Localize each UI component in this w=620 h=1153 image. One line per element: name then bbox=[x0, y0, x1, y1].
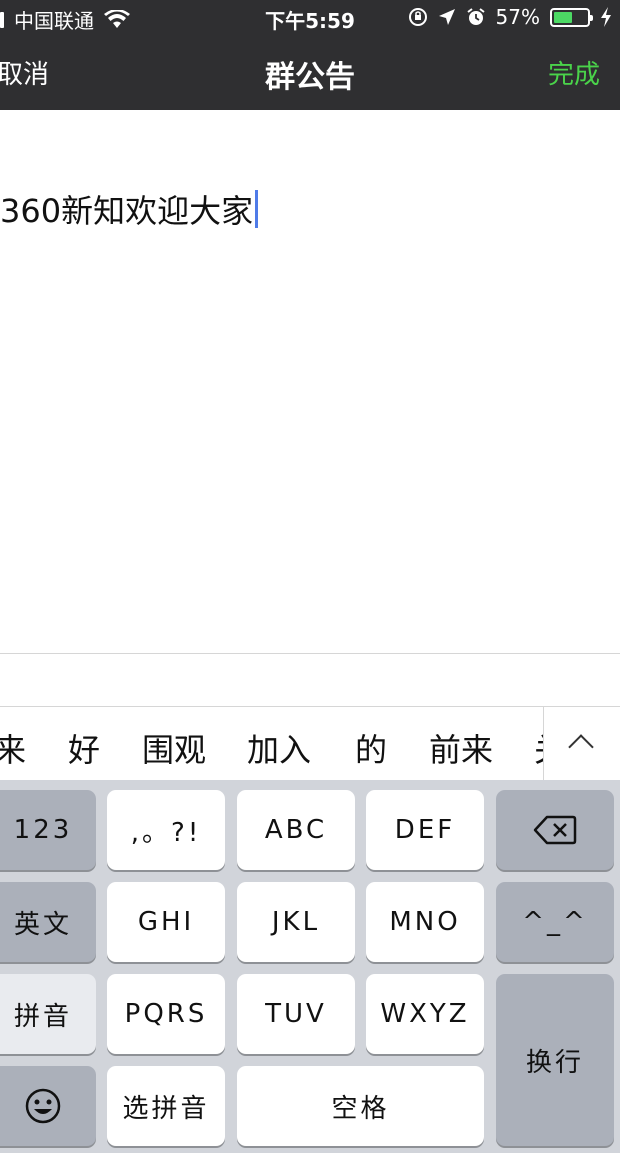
key-jkl[interactable]: JKL bbox=[237, 882, 355, 962]
backspace-icon bbox=[533, 815, 577, 845]
announcement-text[interactable]: 360新知欢迎大家 bbox=[0, 186, 259, 232]
emoji-icon bbox=[25, 1088, 61, 1124]
expand-candidates-button[interactable] bbox=[543, 707, 620, 781]
emoji-button[interactable] bbox=[0, 1066, 96, 1146]
candidate-bar: 来 好 围观 加入 的 前来 关 bbox=[0, 706, 620, 781]
key-123[interactable]: 123 bbox=[0, 790, 96, 870]
key-def[interactable]: DEF bbox=[366, 790, 484, 870]
status-bar: 中国联通 下午5:59 57% bbox=[0, 0, 620, 36]
header: 中国联通 下午5:59 57% 取消 群公告 完成 bbox=[0, 0, 620, 110]
status-right: 57% bbox=[408, 5, 612, 29]
backspace-button[interactable] bbox=[496, 790, 614, 870]
page-title: 群公告 bbox=[265, 60, 355, 95]
announcement-editor[interactable]: 360新知欢迎大家 bbox=[0, 110, 620, 653]
candidate-item[interactable]: 来 bbox=[0, 725, 26, 771]
nav-bar: 取消 群公告 完成 bbox=[0, 44, 620, 104]
key-tuv[interactable]: TUV bbox=[237, 974, 355, 1054]
keyboard: 123 ,。?! ABC DEF 英文 GHI JKL MNO ^_^ 拼音 P… bbox=[0, 780, 620, 1153]
candidate-item[interactable]: 加入 bbox=[247, 725, 311, 771]
announcement-text-content: 360新知欢迎大家 bbox=[0, 192, 254, 230]
key-mno[interactable]: MNO bbox=[366, 882, 484, 962]
battery-icon bbox=[550, 7, 593, 27]
key-abc[interactable]: ABC bbox=[237, 790, 355, 870]
key-english[interactable]: 英文 bbox=[0, 882, 96, 962]
candidate-item[interactable]: 好 bbox=[68, 725, 100, 771]
alarm-icon bbox=[466, 8, 485, 25]
done-button[interactable]: 完成 bbox=[548, 54, 600, 91]
charging-bolt-icon bbox=[601, 7, 611, 27]
editor-divider bbox=[0, 653, 620, 654]
battery-percent: 57% bbox=[495, 5, 540, 29]
candidate-item[interactable]: 的 bbox=[355, 725, 387, 771]
key-select-pinyin[interactable]: 选拼音 bbox=[107, 1066, 225, 1146]
key-wxyz[interactable]: WXYZ bbox=[366, 974, 484, 1054]
rotation-lock-icon bbox=[408, 8, 427, 26]
key-punctuation[interactable]: ,。?! bbox=[107, 790, 225, 870]
space-bar[interactable]: 空格 bbox=[237, 1066, 484, 1146]
text-caret bbox=[255, 190, 259, 228]
return-button[interactable]: 换行 bbox=[496, 974, 614, 1146]
key-emoticon[interactable]: ^_^ bbox=[496, 882, 614, 962]
key-pqrs[interactable]: PQRS bbox=[107, 974, 225, 1054]
key-pinyin[interactable]: 拼音 bbox=[0, 974, 96, 1054]
candidate-item[interactable]: 围观 bbox=[142, 725, 206, 771]
chevron-up-icon bbox=[568, 734, 594, 760]
location-icon bbox=[438, 9, 455, 25]
key-ghi[interactable]: GHI bbox=[107, 882, 225, 962]
candidate-item[interactable]: 前来 bbox=[429, 725, 493, 771]
